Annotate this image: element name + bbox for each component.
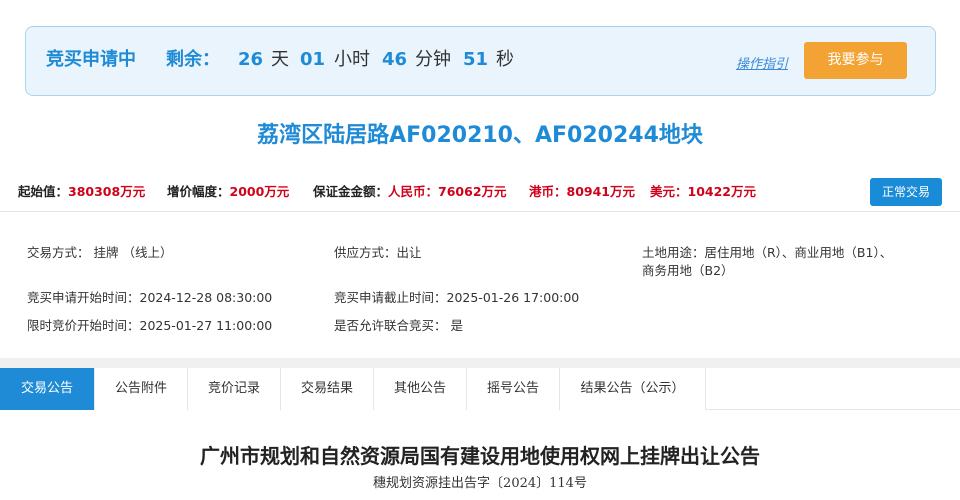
joint-bid-allowed: 是否允许联合竞买： 是 — [334, 318, 463, 333]
countdown-seconds-unit: 秒 — [496, 49, 514, 70]
land-use-line1: 土地用途：居住用地（R）、商业用地（B1）、 — [642, 245, 893, 260]
tab-trade-notice[interactable]: 交易公告 — [0, 368, 95, 410]
countdown-hours: 01 — [300, 49, 326, 70]
bid-status: 竞买申请中 — [46, 49, 136, 70]
countdown-minutes: 46 — [382, 49, 408, 70]
apply-end-time: 竞买申请截止时间：2025-01-26 17:00:00 — [334, 290, 580, 305]
apply-start-time: 竞买申请开始时间：2024-12-28 08:30:00 — [27, 290, 273, 305]
deposit-hkd-label: 港币： — [529, 184, 567, 199]
tab-bid-records[interactable]: 竞价记录 — [188, 368, 281, 410]
countdown-days: 26 — [238, 49, 264, 70]
deposit-rmb-value: 76062万元 — [438, 184, 507, 199]
trade-status-badge[interactable]: 正常交易 — [870, 178, 942, 206]
increment: 增价幅度：2000万元 — [167, 181, 289, 200]
tab-bar: 交易公告 公告附件 竞价记录 交易结果 其他公告 摇号公告 结果公告（公示） — [0, 368, 960, 410]
deposit-label: 保证金金额： — [313, 184, 389, 199]
increment-label: 增价幅度： — [167, 184, 230, 199]
deposit-hkd: 港币：80941万元 — [529, 181, 635, 200]
deposit-hkd-value: 80941万元 — [566, 184, 636, 199]
tab-notice-attachments[interactable]: 公告附件 — [95, 368, 188, 410]
increment-value: 2000万元 — [229, 184, 290, 199]
notice-content: 广州市规划和自然资源局国有建设用地使用权网上挂牌出让公告 穗规划资源挂出告字〔2… — [0, 410, 960, 500]
land-use-line2: 商务用地（B2） — [642, 263, 734, 278]
supply-method: 供应方式：出让 — [334, 245, 422, 260]
deposit-usd-value: 10422万元 — [687, 184, 757, 199]
tab-trade-results[interactable]: 交易结果 — [281, 368, 374, 410]
notice-number: 穗规划资源挂出告字〔2024〕114号 — [373, 476, 587, 491]
bid-start-time: 限时竞价开始时间：2025-01-27 11:00:00 — [27, 318, 273, 333]
land-parcel-title: 荔湾区陆居路AF020210、AF020244地块 — [257, 123, 703, 148]
trade-method: 交易方式： 挂牌 （线上） — [27, 245, 173, 260]
countdown-hours-unit: 小时 — [334, 49, 370, 70]
countdown-days-unit: 天 — [271, 49, 289, 70]
start-price: 起始值：380308万元 — [18, 181, 145, 200]
countdown-seconds: 51 — [463, 49, 489, 70]
tab-lottery-notice[interactable]: 摇号公告 — [467, 368, 560, 410]
start-price-label: 起始值： — [18, 184, 69, 199]
remaining-label: 剩余： — [166, 49, 220, 70]
deposit: 保证金金额：人民币：76062万元 — [313, 181, 507, 200]
tab-other-notices[interactable]: 其他公告 — [374, 368, 467, 410]
operation-guide-link[interactable]: 操作指引 — [736, 53, 788, 72]
deposit-usd: 美元：10422万元 — [650, 181, 756, 200]
land-info-card: 竞买申请中 剩余： 26 天 01 小时 46 分钟 51 秒 操作指引 我要参… — [0, 0, 960, 358]
notice-title: 广州市规划和自然资源局国有建设用地使用权网上挂牌出让公告 — [200, 444, 760, 468]
tab-result-notice[interactable]: 结果公告（公示） — [560, 368, 706, 410]
start-price-value: 380308万元 — [68, 184, 146, 199]
divider — [0, 211, 960, 212]
countdown-minutes-unit: 分钟 — [415, 49, 451, 70]
join-bid-button[interactable]: 我要参与 — [804, 42, 907, 79]
deposit-usd-label: 美元： — [650, 184, 688, 199]
deposit-rmb-label: 人民币： — [388, 184, 439, 199]
countdown-bar: 竞买申请中 剩余： 26 天 01 小时 46 分钟 51 秒 操作指引 我要参… — [25, 26, 936, 96]
